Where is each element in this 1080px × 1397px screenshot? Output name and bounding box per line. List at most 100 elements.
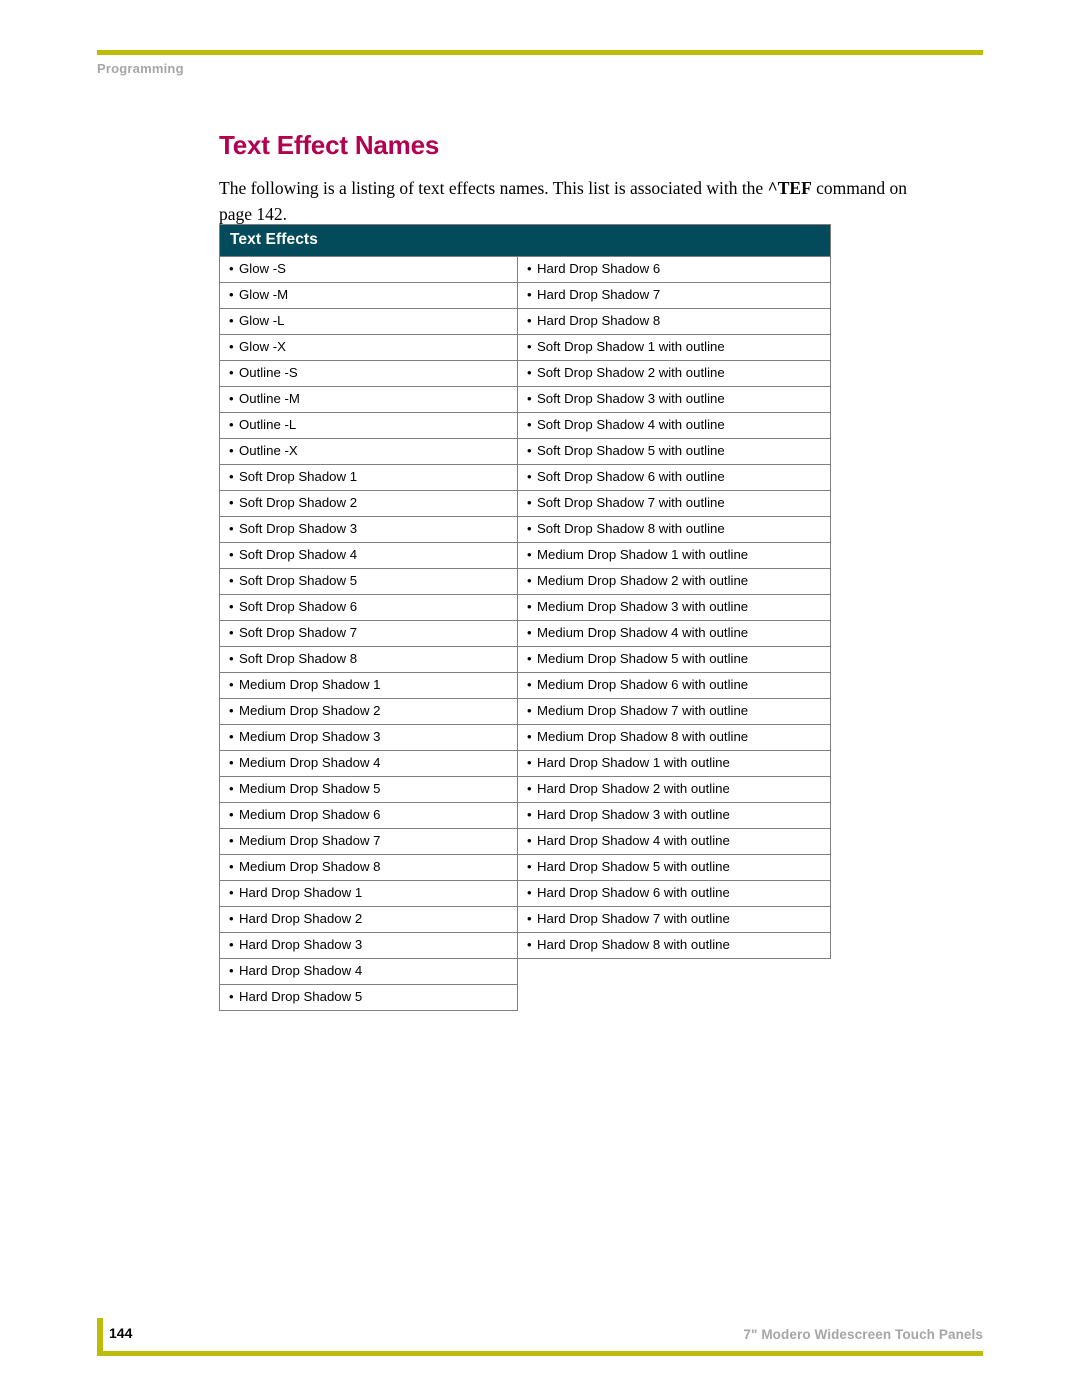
text-effects-table-container: Text Effects • Glow -S • Hard Drop Shadow 6…	[218, 224, 832, 1011]
effect-name-label: Medium Drop Shadow 6	[239, 807, 381, 822]
table-cell-left: • Hard Drop Shadow 3	[219, 932, 518, 959]
effect-name-label: Soft Drop Shadow 3 with outline	[537, 391, 725, 406]
table-body: • Glow -S • Hard Drop Shadow 6 • Glow -M • Hard…	[219, 256, 832, 1011]
effect-name-label: Soft Drop Shadow 4	[239, 547, 358, 562]
effect-name-label: Soft Drop Shadow 5	[239, 573, 358, 588]
effect-name-label: Glow -M	[239, 287, 289, 302]
effect-name-label: Outline -S	[239, 365, 298, 380]
effect-name-label: Soft Drop Shadow 8	[239, 651, 358, 666]
table-row: • Glow -L • Hard Drop Shadow 8	[219, 308, 832, 335]
table-cell-right: • Hard Drop Shadow 5 with outline	[516, 854, 832, 881]
effect-name-label: Hard Drop Shadow 5	[239, 989, 363, 1004]
bullet-icon: •	[229, 625, 234, 640]
table-cell-right: • Soft Drop Shadow 6 with outline	[516, 464, 832, 491]
document-title: 7" Modero Widescreen Touch Panels	[743, 1327, 983, 1342]
table-cell-right: • Medium Drop Shadow 4 with outline	[516, 620, 832, 647]
bullet-icon: •	[229, 755, 234, 770]
table-cell-right: • Medium Drop Shadow 1 with outline	[516, 542, 832, 569]
effect-name-label: Hard Drop Shadow 6 with outline	[537, 885, 730, 900]
table-cell-right: • Soft Drop Shadow 3 with outline	[516, 386, 832, 413]
effect-name-label: Hard Drop Shadow 3 with outline	[537, 807, 730, 822]
effect-name-label: Hard Drop Shadow 7	[537, 287, 661, 302]
effect-name-label: Soft Drop Shadow 7	[239, 625, 358, 640]
bullet-icon: •	[527, 313, 532, 328]
table-row: • Outline -X • Soft Drop Shadow 5 with outl…	[219, 438, 832, 465]
table-row: • Soft Drop Shadow 3 • Soft Drop Shadow 8 w…	[219, 516, 832, 543]
table-cell-left: • Outline -S	[219, 360, 518, 387]
effect-name-label: Hard Drop Shadow 8 with outline	[537, 937, 730, 952]
table-cell-left: • Glow -X	[219, 334, 518, 361]
bullet-icon: •	[527, 651, 532, 666]
table-row: • Soft Drop Shadow 7 • Medium Drop Shadow 4…	[219, 620, 832, 647]
bullet-icon: •	[229, 677, 234, 692]
bullet-icon: •	[229, 599, 234, 614]
page-number: 144	[109, 1325, 133, 1341]
table-row: • Soft Drop Shadow 5 • Medium Drop Shadow 2…	[219, 568, 832, 595]
effect-name-label: Medium Drop Shadow 5 with outline	[537, 651, 749, 666]
bullet-icon: •	[527, 885, 532, 900]
intro-text-part1: The following is a listing of text effec…	[219, 177, 768, 198]
table-cell-left: • Outline -M	[219, 386, 518, 413]
table-row: • Hard Drop Shadow 1 • Hard Drop Shadow 6 w…	[219, 880, 832, 907]
effect-name-label: Soft Drop Shadow 2	[239, 495, 358, 510]
bullet-icon: •	[229, 911, 234, 926]
table-cell-left: • Medium Drop Shadow 7	[219, 828, 518, 855]
effect-name-label: Soft Drop Shadow 8 with outline	[537, 521, 725, 536]
table-cell-right: • Medium Drop Shadow 2 with outline	[516, 568, 832, 595]
bullet-icon: •	[527, 547, 532, 562]
effect-name-label: Soft Drop Shadow 6	[239, 599, 358, 614]
bullet-icon: •	[229, 729, 234, 744]
table-cell-right: • Medium Drop Shadow 5 with outline	[516, 646, 832, 673]
bullet-icon: •	[527, 833, 532, 848]
effect-name-label: Hard Drop Shadow 6	[537, 261, 661, 276]
effect-name-label: Medium Drop Shadow 1 with outline	[537, 547, 749, 562]
bullet-icon: •	[527, 625, 532, 640]
bullet-icon: •	[229, 937, 234, 952]
table-cell-right-empty	[518, 959, 831, 985]
bullet-icon: •	[229, 261, 234, 276]
table-cell-right: • Soft Drop Shadow 4 with outline	[516, 412, 832, 439]
bullet-icon: •	[229, 573, 234, 588]
effect-name-label: Soft Drop Shadow 2 with outline	[537, 365, 725, 380]
bullet-icon: •	[229, 989, 234, 1004]
bullet-icon: •	[229, 963, 234, 978]
table-row: • Soft Drop Shadow 4 • Medium Drop Shadow 1…	[219, 542, 832, 569]
table-cell-right: • Hard Drop Shadow 8 with outline	[516, 932, 832, 959]
effect-name-label: Medium Drop Shadow 7 with outline	[537, 703, 749, 718]
table-cell-left: • Soft Drop Shadow 7	[219, 620, 518, 647]
bullet-icon: •	[229, 365, 234, 380]
effect-name-label: Soft Drop Shadow 4 with outline	[537, 417, 725, 432]
bullet-icon: •	[229, 521, 234, 536]
effect-name-label: Medium Drop Shadow 5	[239, 781, 381, 796]
effect-name-label: Hard Drop Shadow 4 with outline	[537, 833, 730, 848]
table-cell-left: • Medium Drop Shadow 3	[219, 724, 518, 751]
table-row: • Soft Drop Shadow 1 • Soft Drop Shadow 6 w…	[219, 464, 832, 491]
table-cell-left: • Soft Drop Shadow 2	[219, 490, 518, 517]
footer-rule	[97, 1351, 983, 1356]
table-cell-right: • Hard Drop Shadow 2 with outline	[516, 776, 832, 803]
bullet-icon: •	[229, 807, 234, 822]
intro-paragraph: The following is a listing of text effec…	[219, 175, 931, 227]
table-cell-left: • Glow -M	[219, 282, 518, 309]
page-header: Programming	[97, 50, 983, 76]
table-row: • Medium Drop Shadow 8 • Hard Drop Shadow 5…	[219, 854, 832, 881]
bullet-icon: •	[527, 573, 532, 588]
bullet-icon: •	[527, 781, 532, 796]
bullet-icon: •	[229, 703, 234, 718]
effect-name-label: Outline -X	[239, 443, 298, 458]
bullet-icon: •	[527, 729, 532, 744]
effect-name-label: Medium Drop Shadow 7	[239, 833, 381, 848]
page-footer: 144 7" Modero Widescreen Touch Panels	[97, 1318, 983, 1368]
table-cell-right: • Soft Drop Shadow 7 with outline	[516, 490, 832, 517]
table-row: • Hard Drop Shadow 4	[219, 958, 831, 985]
effect-name-label: Hard Drop Shadow 7 with outline	[537, 911, 730, 926]
table-row: • Hard Drop Shadow 3 • Hard Drop Shadow 8 w…	[219, 932, 832, 959]
effect-name-label: Medium Drop Shadow 4 with outline	[537, 625, 749, 640]
table-cell-left: • Soft Drop Shadow 6	[219, 594, 518, 621]
effect-name-label: Medium Drop Shadow 4	[239, 755, 381, 770]
table-cell-left: • Soft Drop Shadow 1	[219, 464, 518, 491]
table-cell-left: • Hard Drop Shadow 4	[219, 958, 518, 985]
effect-name-label: Glow -X	[239, 339, 286, 354]
tef-command-reference: ^TEF	[767, 177, 812, 198]
bullet-icon: •	[229, 781, 234, 796]
